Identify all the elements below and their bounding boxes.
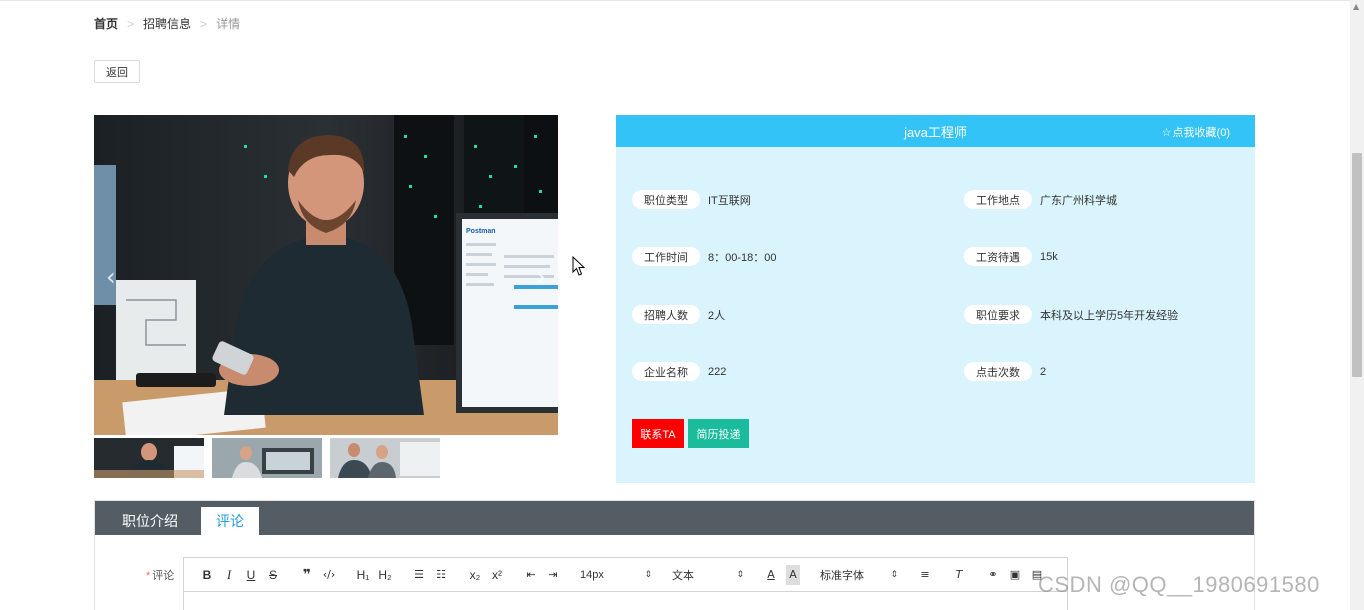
- bold-button[interactable]: B: [196, 565, 218, 585]
- font-family-value: 标准字体: [820, 569, 864, 582]
- select-arrow-icon: ⇕: [644, 569, 652, 580]
- image-icon[interactable]: ▣: [1004, 565, 1026, 585]
- job-header: java工程师 ☆ 点我收藏(0): [616, 115, 1255, 147]
- underline-button[interactable]: U: [240, 565, 262, 585]
- align-icon[interactable]: ≡: [914, 565, 936, 585]
- field-headcount: 招聘人数 2人: [632, 305, 725, 324]
- comment-label: * 评论: [146, 567, 174, 583]
- field-location: 工作地点 广东广州科学城: [964, 190, 1117, 209]
- mouse-cursor-icon: [572, 256, 586, 276]
- watermark: CSDN @QQ__1980691580: [1038, 572, 1320, 597]
- comment-editor[interactable]: B I U S ❞ ‹/› H₁ H₂ ☰ ☷ x₂ x² ⇤ ⇥ 14px ⇕…: [183, 557, 1068, 610]
- breadcrumb-home[interactable]: 首页: [94, 15, 118, 32]
- thumbnail-3[interactable]: [330, 438, 440, 478]
- favorite-label: 点我收藏(0): [1172, 127, 1230, 139]
- field-value: 15k: [1040, 250, 1058, 263]
- thumbnail-1[interactable]: [94, 438, 204, 478]
- field-label: 工作时间: [632, 247, 700, 266]
- indent-icon[interactable]: ⇥: [542, 565, 564, 585]
- ordered-list-icon[interactable]: ☰: [408, 565, 430, 585]
- field-requirements: 职位要求 本科及以上学历5年开发经验: [964, 305, 1178, 324]
- font-size-value: 14px: [580, 568, 604, 581]
- field-value: 本科及以上学历5年开发经验: [1040, 309, 1179, 322]
- page-scrollbar[interactable]: ▲: [1350, 0, 1364, 610]
- select-arrow-icon: ⇕: [736, 569, 744, 580]
- font-size-select[interactable]: 14px ⇕: [576, 565, 656, 585]
- format-value: 文本: [672, 569, 694, 582]
- field-value: 2: [1040, 365, 1047, 378]
- blockquote-icon[interactable]: ❞: [296, 565, 318, 585]
- breadcrumb-section[interactable]: 招聘信息: [143, 15, 191, 32]
- field-label: 职位类型: [632, 190, 700, 209]
- scrollbar-thumb[interactable]: [1352, 153, 1362, 377]
- heading-2-button[interactable]: H₂: [374, 565, 396, 585]
- image-carousel[interactable]: Postman ‹ ›: [94, 115, 558, 435]
- heading-1-button[interactable]: H₁: [352, 565, 374, 585]
- outdent-icon[interactable]: ⇤: [520, 565, 542, 585]
- field-company: 企业名称 222: [632, 362, 726, 381]
- tabs-bar: 职位介绍 评论: [95, 501, 1254, 535]
- select-arrow-icon: ⇕: [890, 569, 898, 580]
- carousel-image: Postman: [94, 115, 558, 435]
- breadcrumb-separator: >: [127, 16, 135, 31]
- chevron-left-icon[interactable]: ‹: [106, 263, 116, 291]
- format-select[interactable]: 文本 ⇕: [668, 565, 748, 585]
- submit-resume-button[interactable]: 简历投递: [688, 419, 749, 448]
- field-label: 职位要求: [964, 305, 1032, 324]
- superscript-button[interactable]: x²: [486, 565, 508, 585]
- scroll-up-icon[interactable]: ▲: [1353, 2, 1359, 11]
- font-color-icon[interactable]: A: [760, 565, 782, 585]
- field-label: 企业名称: [632, 362, 700, 381]
- comment-label-text: 评论: [152, 570, 175, 582]
- clear-format-icon[interactable]: T: [948, 565, 970, 585]
- background-color-icon[interactable]: A: [786, 564, 800, 585]
- font-family-select[interactable]: 标准字体 ⇕: [816, 565, 902, 585]
- required-mark: *: [146, 570, 151, 582]
- field-value: IT互联网: [708, 194, 751, 207]
- field-value: 8：00-18：00: [708, 251, 777, 264]
- top-divider: [0, 0, 1350, 1]
- tab-job-intro[interactable]: 职位介绍: [107, 507, 193, 535]
- field-label: 工资待遇: [964, 247, 1032, 266]
- tab-comments[interactable]: 评论: [201, 507, 259, 535]
- field-job-type: 职位类型 IT互联网: [632, 190, 751, 209]
- favorite-link[interactable]: ☆ 点我收藏(0): [1162, 124, 1230, 140]
- editor-toolbar: B I U S ❞ ‹/› H₁ H₂ ☰ ☷ x₂ x² ⇤ ⇥ 14px ⇕…: [184, 558, 1067, 592]
- italic-button[interactable]: I: [218, 565, 240, 585]
- contact-button[interactable]: 联系TA: [632, 419, 684, 448]
- strikethrough-button[interactable]: S: [262, 565, 284, 585]
- field-value: 2人: [708, 309, 726, 322]
- field-clicks: 点击次数 2: [964, 362, 1046, 381]
- code-icon[interactable]: ‹/›: [318, 565, 340, 585]
- breadcrumb: 首页 > 招聘信息 > 详情: [94, 15, 240, 32]
- thumbnail-strip: [94, 438, 440, 478]
- svg-text:Postman: Postman: [466, 228, 496, 235]
- link-icon[interactable]: ⚭: [982, 565, 1004, 585]
- breadcrumb-separator: >: [200, 16, 208, 31]
- back-button[interactable]: 返回: [94, 60, 140, 83]
- bullet-list-icon[interactable]: ☷: [430, 565, 452, 585]
- field-value: 222: [708, 365, 727, 378]
- field-label: 招聘人数: [632, 305, 700, 324]
- field-label: 点击次数: [964, 362, 1032, 381]
- field-salary: 工资待遇 15k: [964, 247, 1058, 266]
- chevron-right-icon[interactable]: ›: [536, 263, 546, 291]
- field-value: 广东广州科学城: [1040, 194, 1117, 207]
- thumbnail-2[interactable]: [212, 438, 322, 478]
- breadcrumb-current: 详情: [216, 17, 241, 31]
- job-title: java工程师: [904, 124, 967, 140]
- star-icon: ☆: [1161, 125, 1172, 139]
- subscript-button[interactable]: x₂: [464, 565, 486, 585]
- job-info-panel: java工程师 ☆ 点我收藏(0) 职位类型 IT互联网 工作地点 广东广州科学…: [616, 115, 1255, 483]
- field-label: 工作地点: [964, 190, 1032, 209]
- field-work-time: 工作时间 8：00-18：00: [632, 247, 777, 266]
